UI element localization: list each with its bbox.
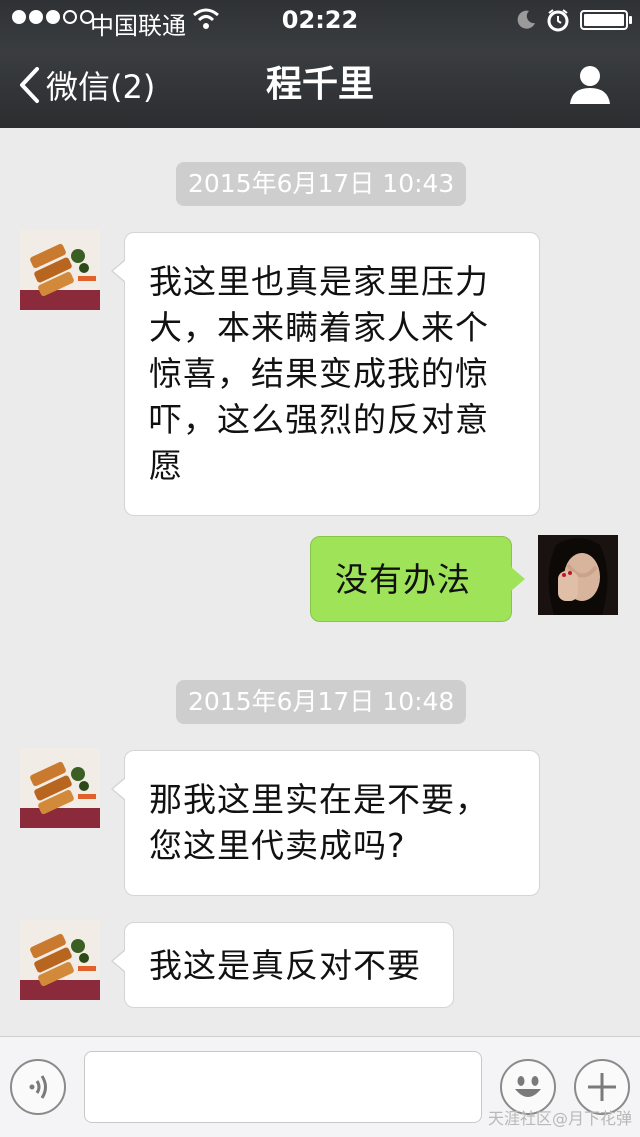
contact-avatar[interactable] bbox=[20, 748, 100, 828]
alarm-icon bbox=[547, 9, 569, 32]
my-avatar[interactable] bbox=[538, 535, 618, 615]
timestamp-label: 2015年6月17日 10:43 bbox=[176, 162, 467, 206]
food-photo-icon bbox=[20, 920, 100, 1000]
status-time: 02:22 bbox=[281, 6, 359, 34]
message-input[interactable] bbox=[84, 1051, 482, 1123]
food-photo-icon bbox=[20, 748, 100, 828]
contact-avatar[interactable] bbox=[20, 230, 100, 310]
battery-icon bbox=[580, 10, 632, 30]
food-photo-icon bbox=[20, 230, 100, 310]
incoming-message-bubble: 我这是真反对不要 bbox=[111, 922, 454, 1008]
contact-avatar[interactable] bbox=[20, 920, 100, 1000]
nav-header: 中国联通 02:22 微信(2) 程千里 bbox=[0, 0, 640, 128]
person-icon[interactable] bbox=[568, 64, 612, 104]
chat-title: 程千里 bbox=[265, 64, 374, 105]
watermark: 天涯社区@月下花弹 bbox=[487, 1109, 632, 1128]
status-bar: 中国联通 02:22 bbox=[0, 0, 640, 40]
voice-icon bbox=[29, 1075, 47, 1099]
outgoing-message-bubble: 没有办法 bbox=[310, 536, 525, 622]
incoming-message-bubble: 我这里也真是家里压力大，本来瞒着家人来个惊喜，结果变成我的惊吓，这么强烈的反对意… bbox=[111, 232, 540, 516]
selfie-photo-icon bbox=[538, 535, 618, 615]
incoming-message-bubble: 那我这里实在是不要，您这里代卖成吗? bbox=[111, 750, 540, 896]
moon-icon bbox=[517, 10, 535, 29]
chat-input-bar: 天涯社区@月下花弹 bbox=[0, 1036, 640, 1137]
timestamp-label: 2015年6月17日 10:48 bbox=[176, 680, 467, 724]
voice-button[interactable] bbox=[10, 1059, 66, 1115]
